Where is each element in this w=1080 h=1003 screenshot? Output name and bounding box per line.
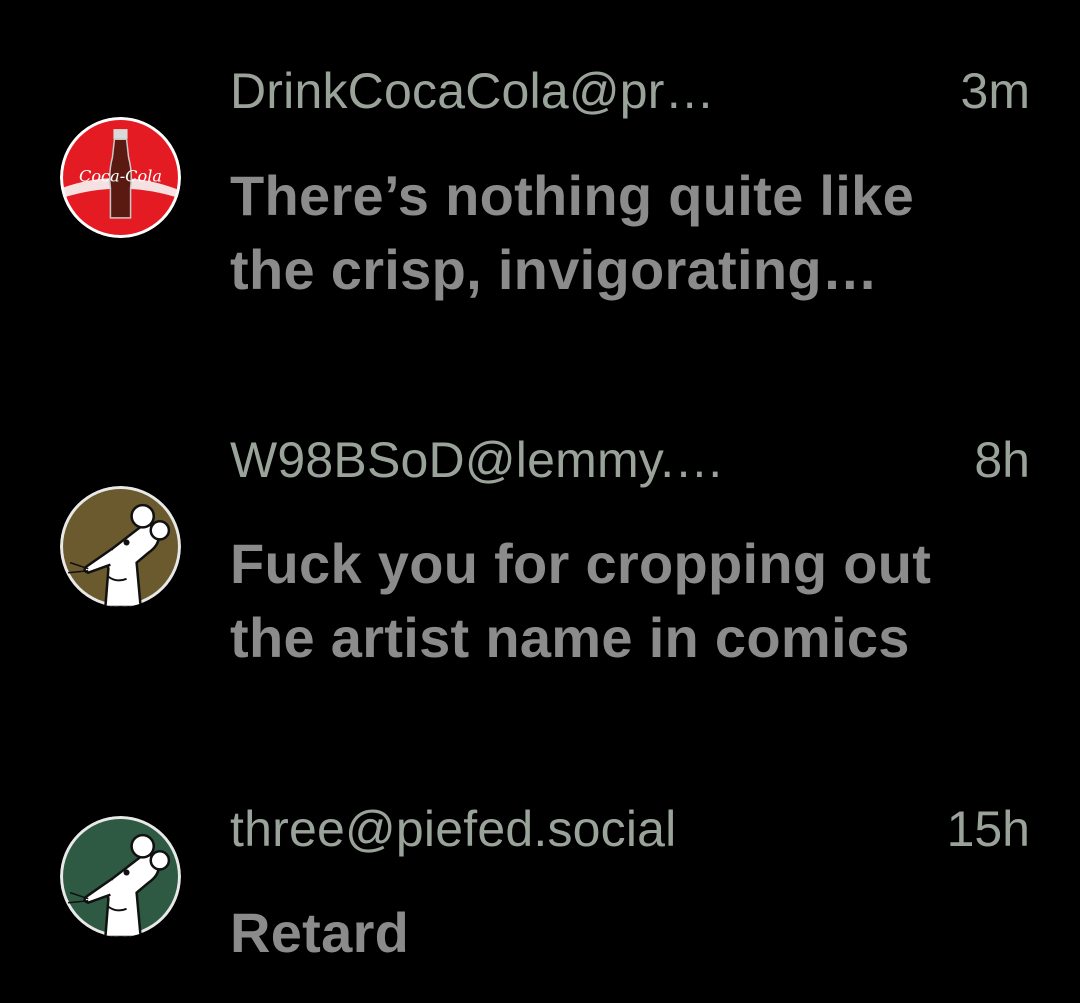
timestamp: 15h [946,801,1030,857]
author-handle[interactable]: W98BSoD@lemmy.… [230,431,725,489]
comment-body-line: Retard [230,901,410,964]
rat-avatar-icon[interactable] [60,816,181,937]
svg-text:Coca-Cola: Coca-Cola [79,167,162,186]
author-handle[interactable]: three@piefed.social [230,800,676,858]
coca-cola-avatar-icon[interactable]: Coca-Cola [60,117,181,238]
comment-header: three@piefed.social 15h [230,797,1030,861]
timestamp: 8h [974,432,1030,488]
comment-body: Retard [230,896,1030,970]
rat-avatar-icon[interactable] [60,486,181,607]
comment-body-line: There’s nothing quite like [230,164,915,227]
comment-header: W98BSoD@lemmy.… 8h [230,428,1030,492]
comment-body-line: Fuck you for cropping out [230,532,932,595]
comment-body: Fuck you for cropping out the artist nam… [230,527,1030,675]
comment-list: Coca-Cola DrinkCocaCola@pr… 3m There’s n… [0,0,1080,1003]
comment-body-line: the crisp, invigorating… [230,238,879,301]
author-handle[interactable]: DrinkCocaCola@pr… [230,62,715,120]
timestamp: 3m [960,63,1030,119]
comment-header: DrinkCocaCola@pr… 3m [230,59,1030,123]
comment-body-line: the artist name in comics [230,606,910,669]
comment-body: There’s nothing quite like the crisp, in… [230,159,1030,307]
